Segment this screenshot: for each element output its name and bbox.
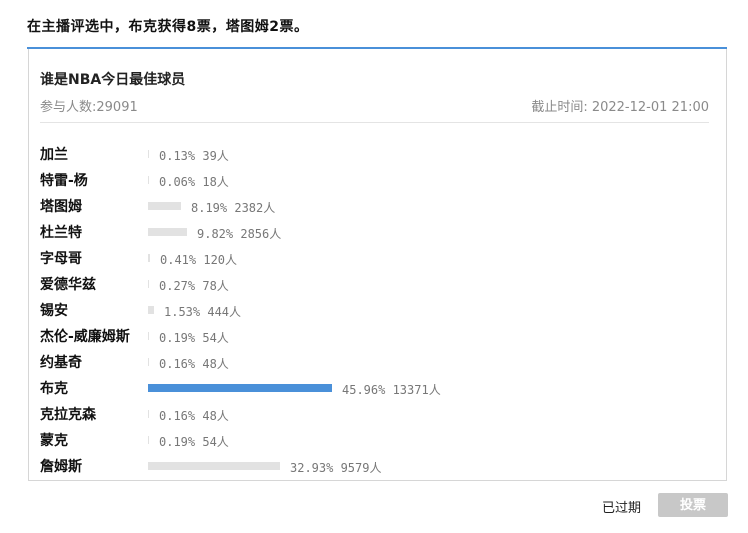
option-stats: 0.19% 54人 xyxy=(159,435,229,449)
option-name: 加兰 xyxy=(40,147,68,163)
vote-bar xyxy=(148,280,149,288)
vote-bar xyxy=(148,306,154,314)
option-name: 特雷-杨 xyxy=(40,173,88,189)
poll-option: 字母哥 0.41% 120人 xyxy=(40,245,710,271)
poll-option: 锡安 1.53% 444人 xyxy=(40,297,710,323)
option-name: 锡安 xyxy=(40,303,68,319)
vote-bar xyxy=(148,254,150,262)
expired-status: 已过期 xyxy=(602,501,642,516)
option-stats: 0.41% 120人 xyxy=(160,253,238,267)
option-name: 布克 xyxy=(40,381,68,397)
vote-bar xyxy=(148,332,149,340)
poll-panel: 谁是NBA今日最佳球员 参与人数:29091 截止时间: 2022-12-01 … xyxy=(28,49,727,481)
vote-bar xyxy=(148,410,149,418)
poll-option: 布克 45.96% 13371人 xyxy=(40,375,710,401)
option-name: 杰伦-威廉姆斯 xyxy=(40,329,130,345)
option-stats: 8.19% 2382人 xyxy=(191,201,276,215)
poll-title: 谁是NBA今日最佳球员 xyxy=(40,72,186,88)
headline: 在主播评选中，布克获得8票，塔图姆2票。 xyxy=(27,19,309,35)
poll-option: 塔图姆 8.19% 2382人 xyxy=(40,193,710,219)
option-stats: 9.82% 2856人 xyxy=(197,227,282,241)
option-stats: 0.19% 54人 xyxy=(159,331,229,345)
option-name: 詹姆斯 xyxy=(40,459,82,475)
poll-option: 爱德华兹 0.27% 78人 xyxy=(40,271,710,297)
meta-divider xyxy=(40,122,709,123)
poll-option: 杜兰特 9.82% 2856人 xyxy=(40,219,710,245)
option-name: 塔图姆 xyxy=(40,199,82,215)
poll-option: 杰伦-威廉姆斯 0.19% 54人 xyxy=(40,323,710,349)
option-stats: 1.53% 444人 xyxy=(164,305,242,319)
poll-options: 加兰 0.13% 39人特雷-杨 0.06% 18人塔图姆 8.19% 2382人杜兰… xyxy=(40,141,710,479)
vote-bar xyxy=(148,462,280,470)
vote-bar xyxy=(148,150,149,158)
vote-bar xyxy=(148,358,149,366)
poll-option: 克拉克森 0.16% 48人 xyxy=(40,401,710,427)
option-stats: 0.13% 39人 xyxy=(159,149,229,163)
deadline-text: 截止时间: 2022-12-01 21:00 xyxy=(531,100,709,115)
vote-bar xyxy=(148,202,181,210)
option-stats: 0.27% 78人 xyxy=(159,279,229,293)
option-stats: 32.93% 9579人 xyxy=(290,461,382,475)
vote-bar xyxy=(148,228,187,236)
option-stats: 0.16% 48人 xyxy=(159,409,229,423)
option-name: 约基奇 xyxy=(40,355,82,371)
option-name: 蒙克 xyxy=(40,433,68,449)
option-stats: 0.16% 48人 xyxy=(159,357,229,371)
option-name: 杜兰特 xyxy=(40,225,82,241)
participant-count: 参与人数:29091 xyxy=(40,100,138,115)
vote-bar-track xyxy=(148,384,332,392)
poll-option: 詹姆斯 32.93% 9579人 xyxy=(40,453,710,479)
poll-option: 加兰 0.13% 39人 xyxy=(40,141,710,167)
option-name: 字母哥 xyxy=(40,251,82,267)
option-name: 爱德华兹 xyxy=(40,277,96,293)
option-stats: 0.06% 18人 xyxy=(159,175,229,189)
poll-option: 蒙克 0.19% 54人 xyxy=(40,427,710,453)
vote-bar xyxy=(148,176,149,184)
poll-option: 约基奇 0.16% 48人 xyxy=(40,349,710,375)
option-name: 克拉克森 xyxy=(40,407,96,423)
vote-bar xyxy=(148,436,149,444)
vote-bar xyxy=(148,384,332,392)
poll-option: 特雷-杨 0.06% 18人 xyxy=(40,167,710,193)
option-stats: 45.96% 13371人 xyxy=(342,383,441,397)
vote-button[interactable]: 投票 xyxy=(658,493,728,517)
